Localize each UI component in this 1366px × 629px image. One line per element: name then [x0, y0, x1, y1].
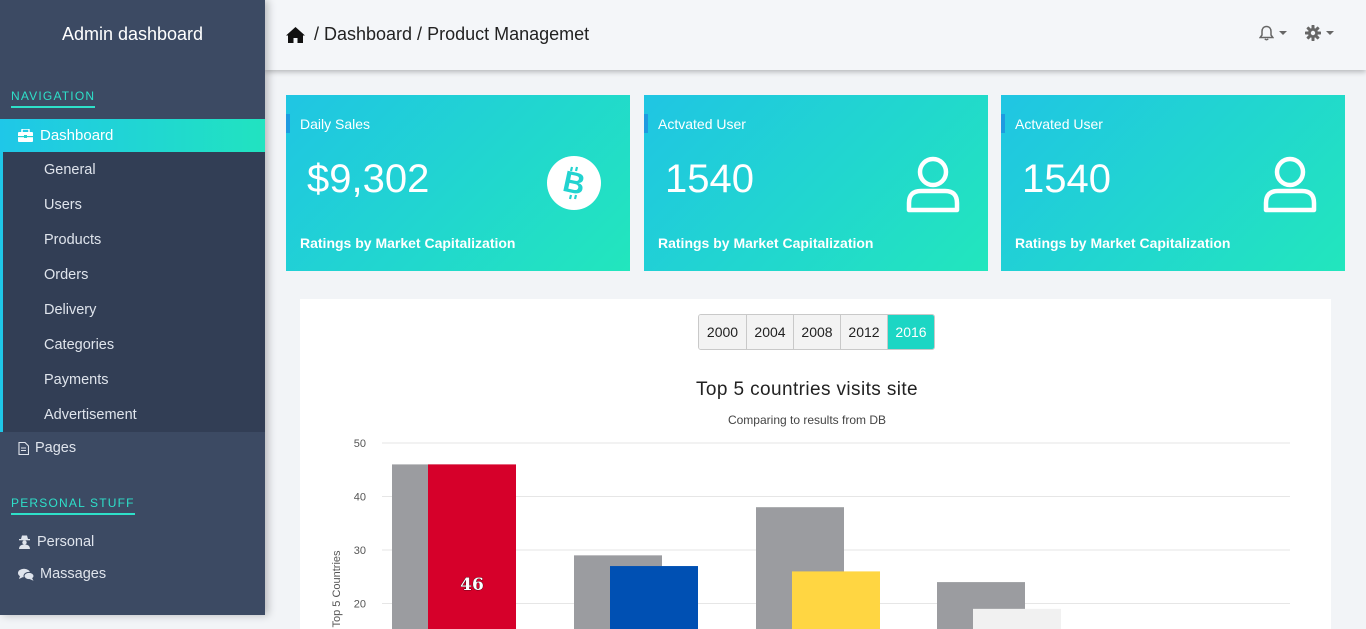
card-accent-bar	[1001, 114, 1005, 133]
card-label: Actvated User	[658, 116, 746, 132]
breadcrumb: / Dashboard / Product Managemet	[285, 24, 589, 45]
gear-icon	[1305, 25, 1321, 41]
user-icon	[906, 155, 960, 218]
bar-series-2	[428, 464, 516, 629]
y-tick-label: 30	[354, 545, 366, 557]
sidebar-item-label: Dashboard	[40, 127, 114, 144]
settings-dropdown[interactable]	[1305, 25, 1334, 41]
year-button-2008[interactable]: 2008	[793, 315, 840, 349]
card-value: 1540	[1022, 157, 1111, 201]
sidebar-item-massages[interactable]: Massages	[18, 566, 106, 582]
card-value: 1540	[665, 157, 754, 201]
stat-card-activated-user: Actvated User 1540 Ratings by Market Cap…	[644, 95, 988, 271]
notifications-dropdown[interactable]	[1259, 25, 1287, 41]
sidebar-item-pages[interactable]: Pages	[18, 440, 76, 456]
brand-title: Admin dashboard	[61, 24, 204, 44]
sidebar-item-personal[interactable]: Personal	[18, 534, 94, 550]
user-icon	[1263, 155, 1317, 218]
personal-stuff-label: PERSONAL STUFF	[11, 496, 135, 515]
y-axis-label: Top 5 Countries	[331, 550, 343, 628]
bar-series-2	[973, 608, 1061, 629]
year-button-2012[interactable]: 2012	[840, 315, 887, 349]
sidebar-subitem-payments[interactable]: Payments	[44, 372, 108, 388]
sidebar-subitem-delivery[interactable]: Delivery	[44, 302, 96, 318]
sidebar-subitem-products[interactable]: Products	[44, 232, 101, 248]
top-header: / Dashboard / Product Managemet	[265, 0, 1366, 70]
chart-subtitle: Comparing to results from DB	[727, 413, 887, 427]
chevron-down-icon	[1326, 31, 1334, 35]
dashboard-icon	[18, 129, 33, 142]
card-footer: Ratings by Market Capitalization	[300, 235, 516, 251]
y-tick-label: 20	[354, 599, 366, 611]
dashboard-submenu: General Users Products Orders Delivery C…	[0, 152, 265, 432]
year-button-2000[interactable]: 2000	[699, 315, 746, 349]
y-tick-label: 40	[354, 492, 366, 504]
sidebar: Admin dashboard NAVIGATION Dashboard Gen…	[0, 0, 265, 615]
breadcrumb-path: / Dashboard / Product Managemet	[314, 24, 590, 44]
card-label: Daily Sales	[300, 116, 371, 132]
y-tick-label: 50	[354, 438, 366, 450]
sidebar-item-label: Pages	[35, 440, 77, 456]
chart-title: Top 5 countries visits site	[696, 379, 918, 400]
bar-series-2	[792, 571, 880, 629]
home-icon[interactable]	[285, 26, 306, 44]
sidebar-subitem-categories[interactable]: Categories	[44, 337, 114, 353]
stat-card-activated-user-2: Actvated User 1540 Ratings by Market Cap…	[1001, 95, 1345, 271]
year-button-2016[interactable]: 2016	[887, 315, 934, 349]
file-icon	[18, 441, 29, 455]
comments-icon	[18, 568, 34, 581]
year-button-2004[interactable]: 2004	[746, 315, 793, 349]
bar-series-2	[610, 566, 698, 629]
data-label: 46	[460, 575, 484, 595]
sidebar-subitem-orders[interactable]: Orders	[44, 267, 88, 283]
sidebar-item-label: Massages	[40, 566, 107, 582]
bitcoin-icon: B	[546, 155, 602, 216]
sidebar-item-dashboard[interactable]: Dashboard	[0, 119, 265, 152]
chevron-down-icon	[1279, 31, 1287, 35]
sidebar-item-label: Personal	[37, 534, 95, 550]
card-label: Actvated User	[1015, 116, 1103, 132]
stat-card-daily-sales: Daily Sales $9,302 B Ratings by Market C…	[286, 95, 630, 271]
card-accent-bar	[286, 114, 290, 133]
sidebar-subitem-users[interactable]: Users	[44, 197, 82, 213]
sidebar-subitem-advertisement[interactable]: Advertisement	[44, 407, 137, 423]
navigation-label: NAVIGATION	[11, 89, 96, 108]
chart-panel: 20 30 40 50 Top 5 Countries 46 2000 2004 2008…	[300, 299, 1331, 629]
bell-icon	[1259, 25, 1274, 41]
card-footer: Ratings by Market Capitalization	[1015, 235, 1231, 251]
sidebar-subitem-general[interactable]: General	[44, 162, 96, 178]
year-selector: 2000 2004 2008 2012 2016	[698, 314, 935, 350]
card-footer: Ratings by Market Capitalization	[658, 235, 874, 251]
user-secret-icon	[19, 535, 30, 549]
card-value: $9,302	[307, 157, 430, 201]
card-accent-bar	[644, 114, 648, 133]
